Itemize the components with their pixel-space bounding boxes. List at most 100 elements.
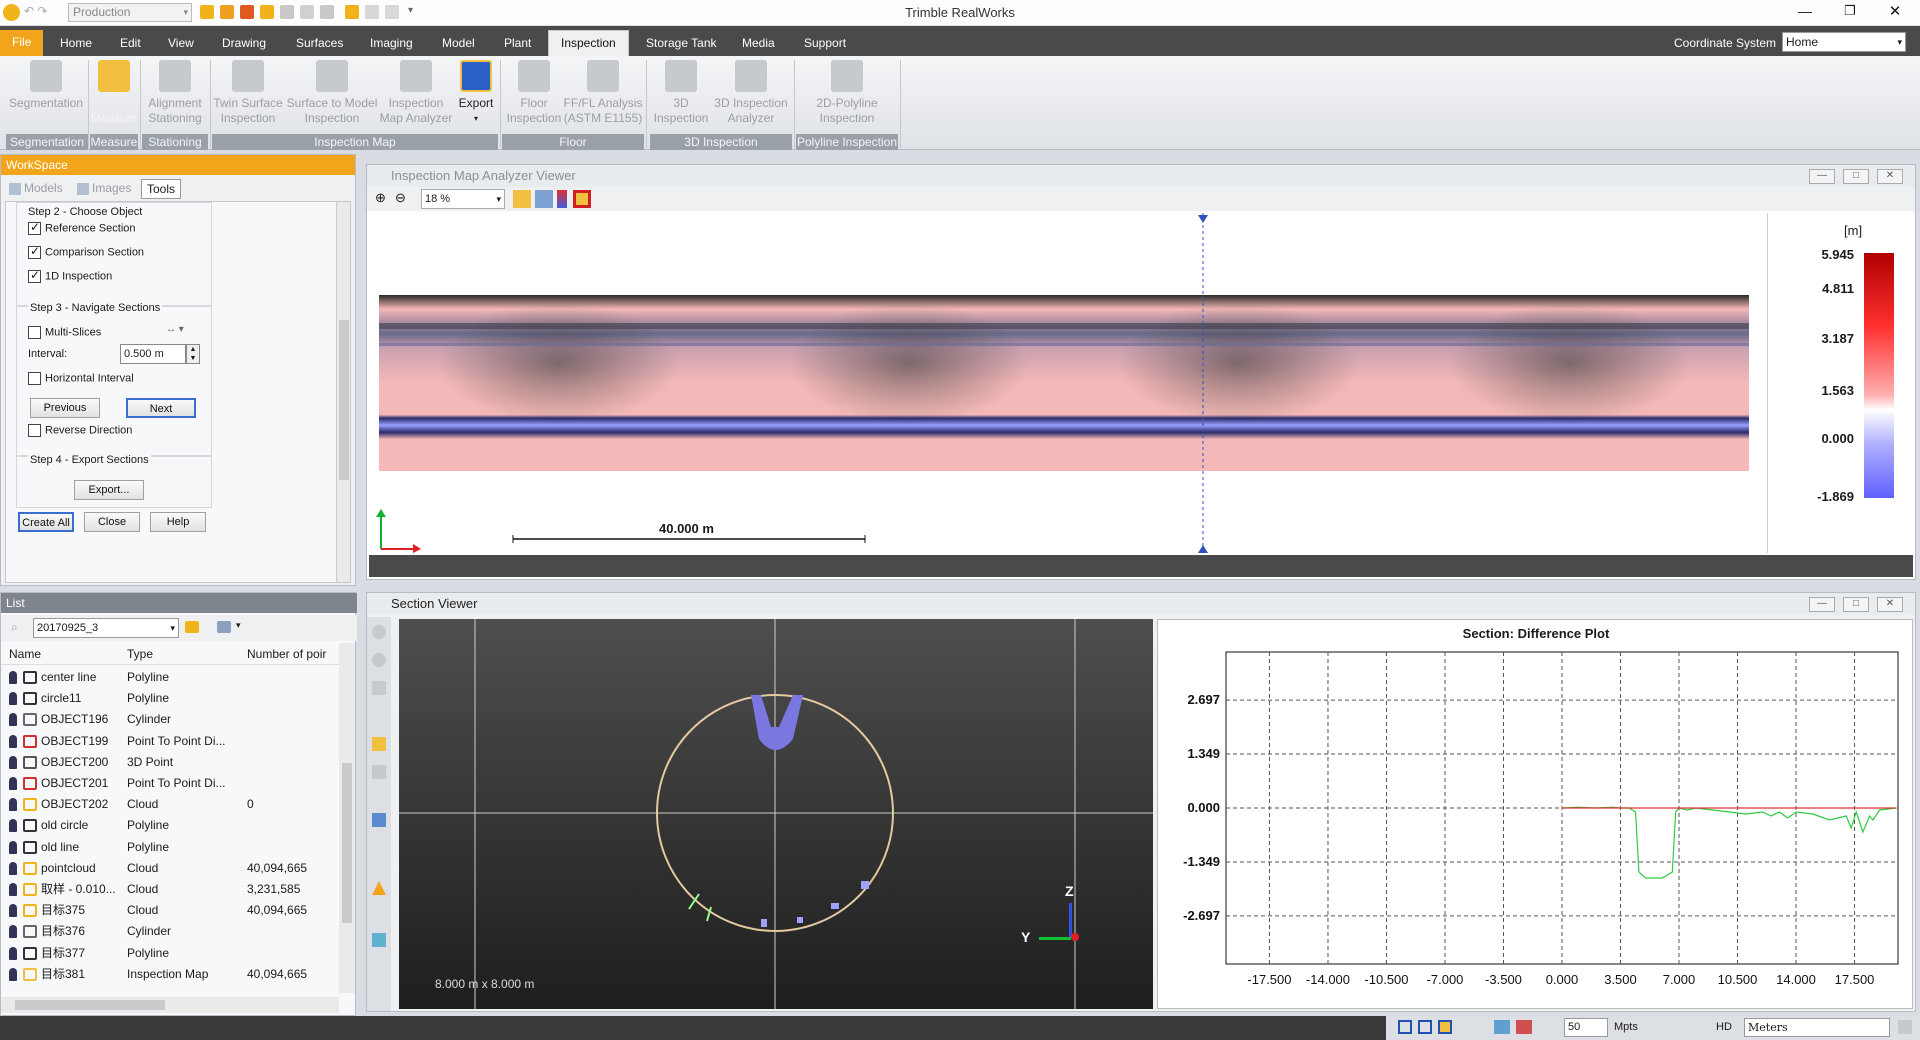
scroll-thumb[interactable] — [342, 763, 352, 923]
visibility-icon[interactable] — [9, 840, 17, 854]
visibility-icon[interactable] — [9, 883, 17, 896]
warning-icon[interactable] — [372, 881, 386, 895]
previous-button[interactable]: Previous — [30, 398, 100, 418]
chevron-down-icon[interactable]: ▾ — [236, 620, 241, 631]
display-mode-icon[interactable] — [1516, 1020, 1532, 1034]
visibility-icon[interactable] — [9, 734, 17, 748]
list-item[interactable]: 目标377 Polyline — [1, 943, 341, 964]
list-item[interactable]: center line Polyline — [1, 667, 341, 688]
layout-single-icon[interactable] — [1398, 1020, 1412, 1034]
tab-storage-tank[interactable]: Storage Tank — [640, 32, 723, 56]
folder-icon[interactable] — [185, 621, 199, 633]
measure-button[interactable]: Measure — [90, 60, 138, 126]
layout-vertical-icon[interactable] — [1438, 1020, 1452, 1034]
list-item[interactable]: pointcloud Cloud 40,094,665 — [1, 858, 341, 879]
floor-inspection-button[interactable]: Floor Inspection — [502, 60, 566, 126]
tab-inspection[interactable]: Inspection — [548, 30, 629, 56]
tab-surfaces[interactable]: Surfaces — [290, 32, 349, 56]
1d-inspection-checkbox[interactable]: 1D Inspection — [28, 268, 112, 283]
twin-surface-inspection-button[interactable]: Twin Surface Inspection — [212, 60, 284, 126]
tab-images[interactable]: Images — [73, 179, 141, 199]
window-maximize-button[interactable]: □ — [1843, 169, 1869, 184]
tab-view[interactable]: View — [162, 32, 200, 56]
visibility-icon[interactable] — [9, 777, 17, 790]
visibility-icon[interactable] — [9, 692, 17, 706]
snap-icon[interactable] — [372, 765, 386, 779]
tab-models[interactable]: Models — [5, 179, 69, 199]
visibility-icon[interactable] — [9, 967, 17, 981]
tab-home[interactable]: Home — [54, 32, 98, 56]
create-all-button[interactable]: Create All — [18, 512, 74, 532]
view-options-icon[interactable] — [217, 621, 231, 633]
tab-media[interactable]: Media — [736, 32, 781, 56]
3d-inspection-button[interactable]: 3D Inspection — [650, 60, 712, 126]
multi-slices-checkbox[interactable]: Multi-Slices — [28, 326, 101, 339]
palette-icon[interactable] — [573, 190, 591, 208]
list-item[interactable]: 目标381 Inspection Map 40,094,665 — [1, 964, 341, 985]
restore-button[interactable]: ❐ — [1835, 3, 1865, 23]
segmentation-button[interactable]: Segmentation — [6, 60, 86, 111]
zoom-icon[interactable] — [372, 681, 386, 695]
list-item[interactable]: OBJECT201 Point To Point Di... — [1, 773, 341, 794]
export-sections-button[interactable]: Export... — [74, 480, 144, 500]
2d-polyline-inspection-button[interactable]: 2D-Polyline Inspection — [796, 60, 898, 126]
list-item[interactable]: old circle Polyline — [1, 815, 341, 836]
reverse-direction-checkbox[interactable]: Reverse Direction — [28, 424, 132, 437]
export-button[interactable]: Export ▾ — [454, 60, 498, 126]
horizontal-interval-checkbox[interactable]: Horizontal Interval — [28, 372, 134, 385]
column-count[interactable]: Number of poir — [247, 643, 326, 665]
list-dropdown[interactable]: 20170925_3 ▾ — [33, 618, 179, 638]
ff-fl-analysis-button[interactable]: FF/FL Analysis (ASTM E1155) — [562, 60, 644, 126]
hd-label[interactable]: HD — [1716, 1021, 1732, 1033]
pan-icon[interactable] — [372, 625, 386, 639]
scroll-thumb[interactable] — [339, 320, 349, 480]
window-close-button[interactable]: ✕ — [1877, 169, 1903, 184]
layers-icon[interactable] — [372, 933, 386, 947]
analyzer-canvas[interactable]: 40.000 m — [369, 213, 1765, 553]
list-item[interactable]: 目标376 Cylinder — [1, 921, 341, 942]
tab-edit[interactable]: Edit — [114, 32, 147, 56]
zoom-out-icon[interactable]: ⊖ — [395, 190, 406, 206]
list-item[interactable]: old line Polyline — [1, 837, 341, 858]
list-item[interactable]: OBJECT202 Cloud 0 — [1, 794, 341, 815]
visibility-icon[interactable] — [9, 819, 17, 833]
layout-horizontal-icon[interactable] — [1418, 1020, 1432, 1034]
tab-model[interactable]: Model — [436, 32, 481, 56]
visibility-icon[interactable] — [9, 671, 17, 684]
visibility-icon[interactable] — [9, 946, 17, 960]
tools-scrollbar[interactable] — [336, 202, 350, 582]
section-icon[interactable] — [372, 813, 386, 827]
alignment-stationing-button[interactable]: Alignment Stationing — [142, 60, 208, 126]
fit-view-icon[interactable] — [513, 190, 531, 208]
interval-spinner[interactable]: ▲ ▼ — [186, 344, 200, 364]
column-type[interactable]: Type — [127, 643, 153, 665]
window-close-button[interactable]: ✕ — [1877, 597, 1903, 612]
difference-plot-panel[interactable]: Section: Difference Plot -17.500 -14.000-… — [1157, 619, 1913, 1009]
help-button[interactable]: Help — [150, 512, 206, 532]
column-name[interactable]: Name — [9, 643, 41, 665]
tab-tools[interactable]: Tools — [141, 179, 181, 199]
visibility-icon[interactable] — [9, 713, 17, 727]
scroll-thumb[interactable] — [15, 1000, 165, 1010]
tab-file[interactable]: File — [0, 30, 44, 56]
window-minimize-button[interactable]: — — [1809, 169, 1835, 184]
visibility-icon[interactable] — [9, 798, 17, 812]
visibility-icon[interactable] — [9, 925, 17, 939]
minimize-button[interactable]: — — [1790, 3, 1820, 23]
resize-grip-icon[interactable] — [1898, 1020, 1912, 1034]
units-dropdown[interactable]: Meters — [1744, 1018, 1890, 1037]
next-button[interactable]: Next — [126, 398, 196, 418]
visibility-icon[interactable] — [9, 755, 17, 769]
section-tool-icon[interactable] — [535, 190, 553, 208]
surface-to-model-inspection-button[interactable]: Surface to Model Inspection — [284, 60, 380, 126]
window-minimize-button[interactable]: — — [1809, 597, 1835, 612]
close-button[interactable]: ✕ — [1880, 2, 1910, 22]
zoom-dropdown[interactable]: 18 % ▾ — [421, 189, 505, 209]
list-item[interactable]: 目标375 Cloud 40,094,665 — [1, 900, 341, 921]
reference-section-checkbox[interactable]: Reference Section — [28, 220, 136, 235]
list-item[interactable]: OBJECT196 Cylinder — [1, 709, 341, 730]
tab-drawing[interactable]: Drawing — [216, 32, 272, 56]
3d-inspection-analyzer-button[interactable]: 3D Inspection Analyzer — [710, 60, 792, 126]
zoom-in-icon[interactable]: ⊕ — [375, 190, 386, 206]
tab-imaging[interactable]: Imaging — [364, 32, 419, 56]
